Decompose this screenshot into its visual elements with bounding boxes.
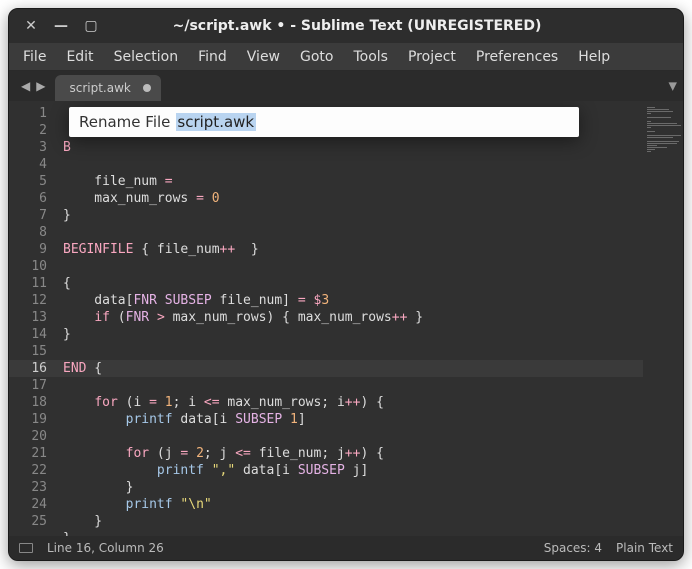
panel-switcher-icon[interactable] (19, 543, 33, 553)
nav-forward-icon[interactable]: ▶ (34, 79, 47, 93)
line-number: 15 (9, 343, 47, 360)
line-number: 4 (9, 156, 47, 173)
tab-dropdown-icon[interactable]: ▼ (669, 80, 677, 93)
menu-edit[interactable]: Edit (56, 45, 103, 69)
menu-view[interactable]: View (237, 45, 290, 69)
line-number: 2 (9, 122, 47, 139)
status-position[interactable]: Line 16, Column 26 (47, 541, 164, 555)
line-number: 22 (9, 462, 47, 479)
line-number: 11 (9, 275, 47, 292)
menu-goto[interactable]: Goto (290, 45, 343, 69)
menu-selection[interactable]: Selection (104, 45, 189, 69)
code-editor[interactable]: B file_num = max_num_rows = 0 } BEGINFIL… (57, 101, 643, 536)
line-number: 20 (9, 428, 47, 445)
menu-file[interactable]: File (13, 45, 56, 69)
line-number: 24 (9, 496, 47, 513)
window-controls: ✕ — ▢ (17, 18, 99, 34)
line-number: 3 (9, 139, 47, 156)
menu-project[interactable]: Project (398, 45, 466, 69)
line-number: 13 (9, 309, 47, 326)
tab-label: script.awk (69, 81, 130, 95)
menubar: File Edit Selection Find View Goto Tools… (9, 43, 683, 71)
menu-help[interactable]: Help (568, 45, 620, 69)
line-number: 21 (9, 445, 47, 462)
minimize-icon[interactable]: — (53, 18, 69, 34)
menu-preferences[interactable]: Preferences (466, 45, 568, 69)
nav-back-icon[interactable]: ◀ (19, 79, 32, 93)
status-spaces[interactable]: Spaces: 4 (544, 541, 602, 555)
line-number: 10 (9, 258, 47, 275)
line-number: 23 (9, 479, 47, 496)
nav-arrows: ◀ ▶ (13, 71, 53, 101)
line-number: 12 (9, 292, 47, 309)
line-number: 8 (9, 224, 47, 241)
dirty-indicator-icon (143, 84, 151, 92)
line-number: 9 (9, 241, 47, 258)
app-window: ✕ — ▢ ~/script.awk • - Sublime Text (UNR… (8, 8, 684, 561)
line-number: 1 (9, 105, 47, 122)
tab-script-awk[interactable]: script.awk (55, 75, 160, 101)
titlebar: ✕ — ▢ ~/script.awk • - Sublime Text (UNR… (9, 9, 683, 43)
rename-file-overlay: Rename File script.awk (69, 107, 579, 137)
code-content: B file_num = max_num_rows = 0 } BEGINFIL… (63, 139, 643, 536)
line-number: 25 (9, 513, 47, 530)
maximize-icon[interactable]: ▢ (83, 18, 99, 34)
statusbar: Line 16, Column 26 Spaces: 4 Plain Text (9, 536, 683, 560)
line-number: 17 (9, 377, 47, 394)
rename-file-label: Rename File (79, 113, 170, 131)
line-number: 6 (9, 190, 47, 207)
gutter: 1 2 3 4 5 6 7 8 9 10 11 12 13 14 15 16 1… (9, 101, 57, 536)
line-number: 19 (9, 411, 47, 428)
tabbar: ◀ ▶ script.awk ▼ (9, 71, 683, 101)
window-title: ~/script.awk • - Sublime Text (UNREGISTE… (99, 18, 615, 34)
line-number: 18 (9, 394, 47, 411)
rename-file-input[interactable]: script.awk (176, 113, 256, 131)
line-number: 5 (9, 173, 47, 190)
menu-tools[interactable]: Tools (343, 45, 398, 69)
menu-find[interactable]: Find (188, 45, 237, 69)
editor-area: Rename File script.awk 1 2 3 4 5 6 7 8 9… (9, 101, 683, 536)
minimap[interactable] (643, 101, 683, 536)
close-icon[interactable]: ✕ (23, 18, 39, 34)
minimap-content (647, 107, 679, 152)
status-syntax[interactable]: Plain Text (616, 541, 673, 555)
line-number: 14 (9, 326, 47, 343)
line-number: 7 (9, 207, 47, 224)
